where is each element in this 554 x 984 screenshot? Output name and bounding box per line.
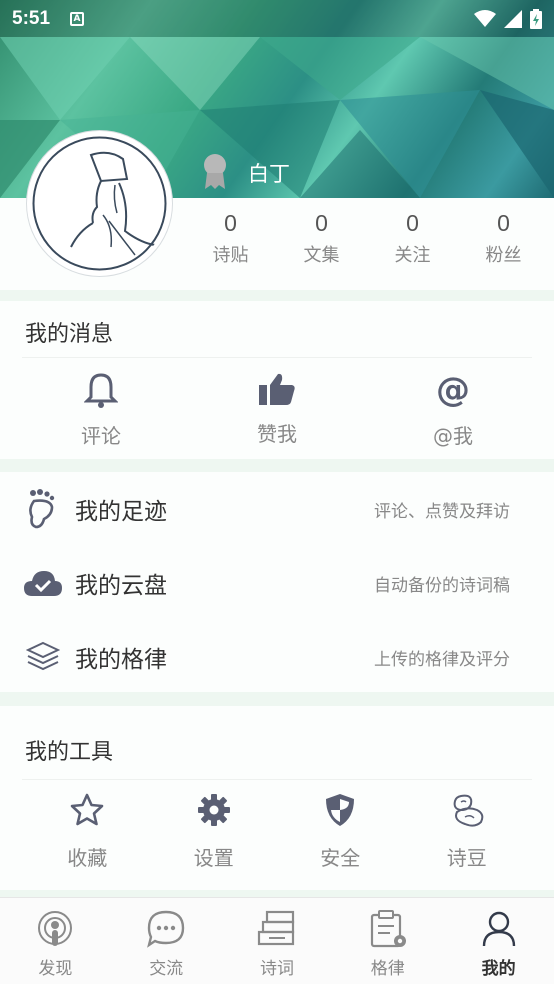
avatar[interactable]: [27, 131, 172, 276]
stat-label: 关注: [394, 245, 431, 266]
message-mentions[interactable]: @ @我: [376, 370, 530, 449]
wifi-icon: [474, 9, 496, 27]
tool-label: 诗豆: [446, 846, 487, 870]
message-label: 赞我: [257, 422, 297, 446]
poet-portrait-icon: [32, 136, 167, 271]
thumbs-up-icon: [259, 373, 295, 405]
list-item-title: 我的格律: [75, 647, 167, 673]
tool-beans[interactable]: 诗豆: [404, 792, 531, 871]
message-comments[interactable]: 评论: [24, 372, 178, 449]
tab-chat[interactable]: 交流: [111, 898, 222, 984]
stat-label: 文集: [303, 245, 340, 266]
clipboard-gear-icon: [370, 910, 406, 948]
at-icon: @: [436, 370, 470, 410]
tool-favorites[interactable]: 收藏: [24, 792, 151, 871]
list-item-cloud[interactable]: 我的云盘 自动备份的诗词稿: [0, 553, 554, 613]
stat-value: 0: [224, 210, 237, 236]
messages-title: 我的消息: [25, 322, 114, 347]
tab-poetry[interactable]: 诗词: [222, 898, 333, 984]
stat-collections[interactable]: 0 文集: [276, 210, 367, 267]
battery-icon: [530, 8, 542, 29]
list-item-desc: 自动备份的诗词稿: [374, 575, 510, 596]
person-icon: [482, 911, 515, 947]
stat-label: 粉丝: [485, 245, 522, 266]
signal-icon: [504, 9, 522, 28]
bell-icon: [83, 373, 119, 408]
message-label: @我: [433, 424, 473, 448]
stats-row: 0 诗贴 0 文集 0 关注 0 粉丝: [185, 210, 554, 267]
tool-label: 设置: [193, 846, 234, 870]
layers-icon: [22, 641, 64, 673]
message-label: 评论: [81, 424, 121, 448]
list-item-desc: 评论、点赞及拜访: [374, 501, 510, 522]
gear-icon: [197, 794, 230, 826]
tab-label: 发现: [38, 959, 73, 979]
status-time: 5:51: [12, 7, 51, 29]
stat-label: 诗贴: [212, 245, 249, 266]
cloud-check-icon: [22, 569, 64, 597]
stat-value: 0: [315, 210, 328, 236]
list-item-meters[interactable]: 我的格律 上传的格律及评分: [0, 627, 554, 687]
tool-security[interactable]: 安全: [277, 792, 404, 871]
tab-label: 我的: [481, 959, 516, 979]
notification-a-icon: A: [70, 11, 85, 26]
divider: [22, 357, 532, 358]
stat-value: 0: [406, 210, 419, 236]
books-icon: [257, 910, 295, 946]
tool-label: 收藏: [67, 846, 108, 870]
messages-row: 评论 赞我 @ @我: [0, 370, 554, 449]
message-likes[interactable]: 赞我: [200, 372, 354, 449]
tab-meters[interactable]: 格律: [332, 898, 443, 984]
bottom-tab-bar: 发现 交流 诗词 格律 我的: [0, 897, 554, 984]
tool-label: 安全: [320, 846, 361, 870]
list-item-desc: 上传的格律及评分: [374, 649, 510, 670]
tool-settings[interactable]: 设置: [151, 792, 278, 871]
stat-followers[interactable]: 0 粉丝: [458, 210, 549, 267]
star-icon: [70, 793, 104, 826]
podcast-icon: [38, 911, 73, 946]
tab-label: 诗词: [259, 959, 294, 979]
rank-medal-icon: [204, 154, 226, 189]
stat-following[interactable]: 0 关注: [367, 210, 458, 267]
status-bar: 5:51 A: [0, 0, 554, 37]
divider: [22, 779, 532, 780]
shield-icon: [326, 794, 355, 826]
svg-text:@: @: [436, 372, 470, 408]
bean-icon: [453, 794, 484, 827]
list-item-footprints[interactable]: 我的足迹 评论、点赞及拜访: [0, 479, 554, 539]
tools-title: 我的工具: [25, 740, 114, 765]
username[interactable]: 白丁: [248, 158, 290, 188]
stat-poems[interactable]: 0 诗贴: [185, 210, 276, 267]
tab-label: 交流: [149, 959, 184, 979]
list-item-title: 我的足迹: [75, 499, 167, 525]
tools-row: 收藏 设置 安全 诗豆: [0, 792, 554, 871]
tab-mine[interactable]: 我的: [443, 898, 554, 984]
chat-icon: [147, 910, 185, 948]
list-item-title: 我的云盘: [75, 573, 167, 599]
stat-value: 0: [497, 210, 510, 236]
tab-discover[interactable]: 发现: [0, 898, 111, 984]
tab-label: 格律: [370, 959, 405, 979]
footprint-icon: [22, 489, 64, 529]
